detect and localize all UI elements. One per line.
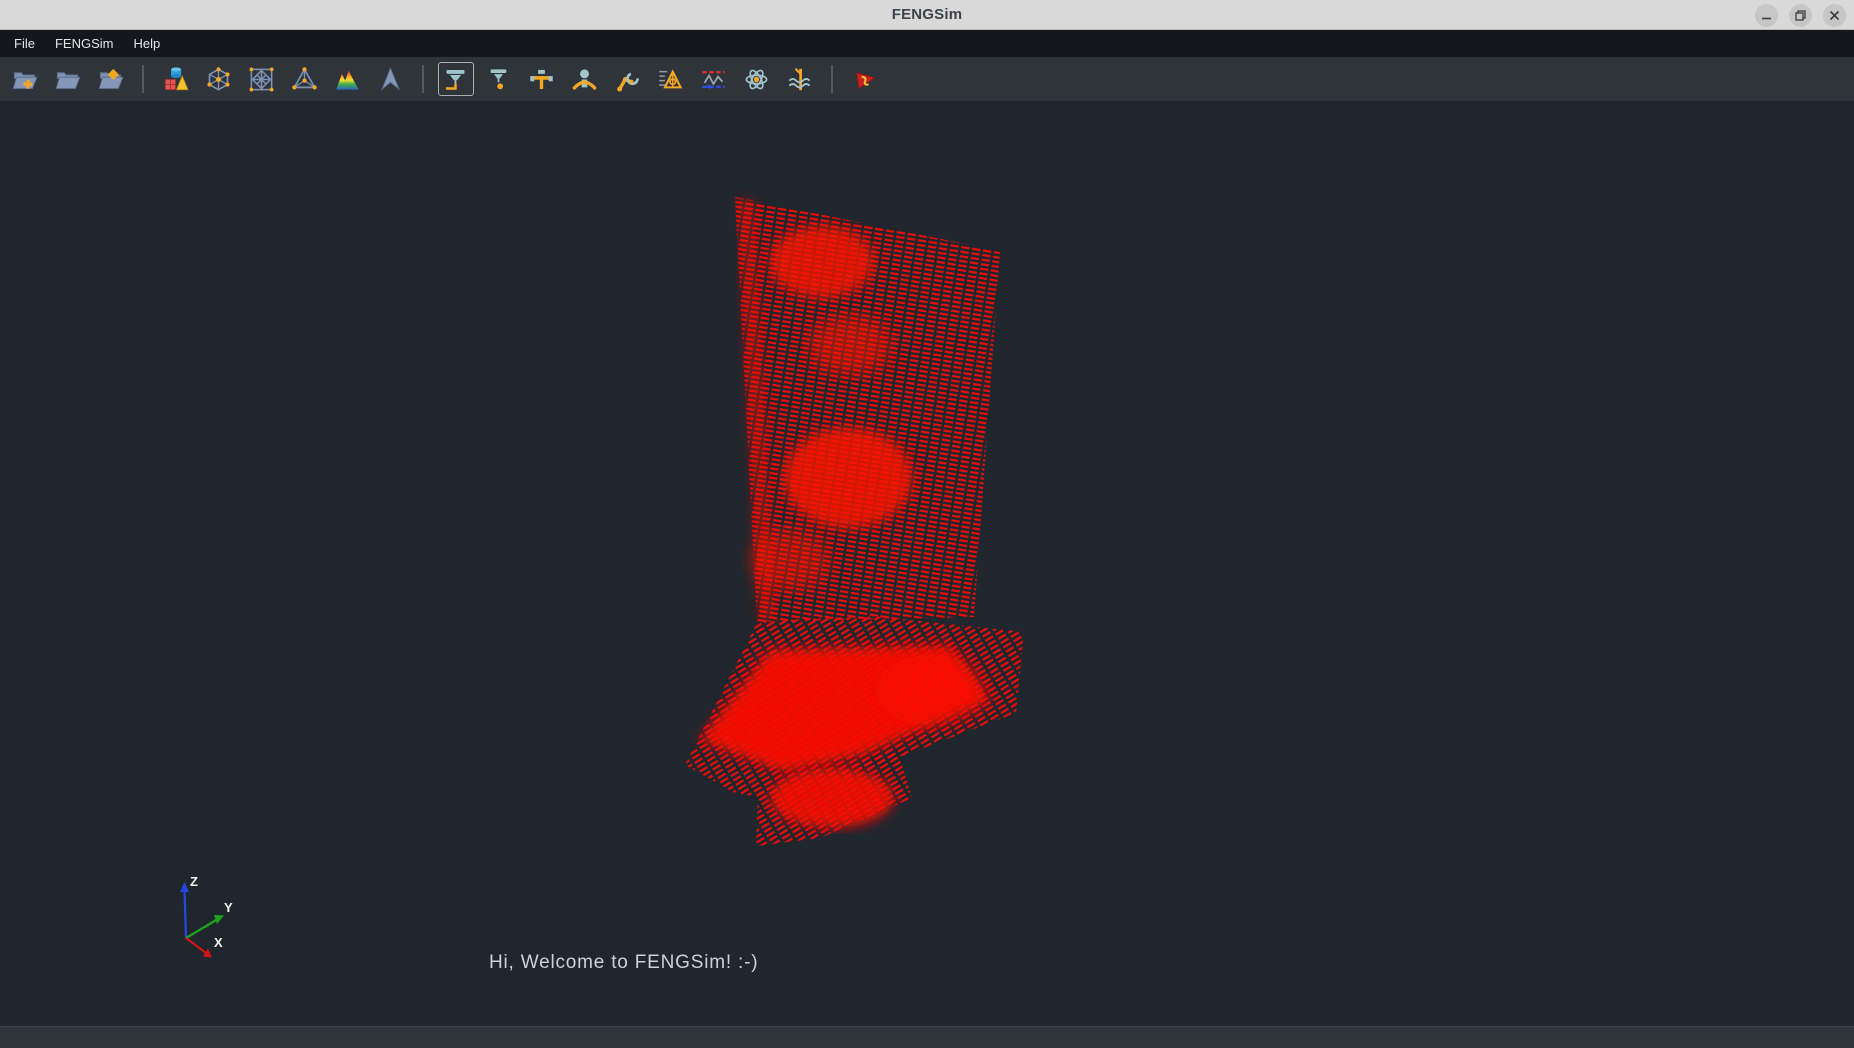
milling-button[interactable] [524, 62, 560, 96]
folder-new-button[interactable] [7, 62, 43, 96]
close-icon [1828, 9, 1841, 22]
alert-flag-icon [851, 66, 878, 93]
title-bar: FENGSim [0, 0, 1854, 30]
folder-import-icon [97, 66, 124, 93]
window-title: FENGSim [892, 6, 963, 23]
additive-printer-alt-button[interactable] [481, 62, 517, 96]
folder-new-icon [11, 66, 38, 93]
z-axis-arrow [180, 882, 189, 892]
additive-printer-button[interactable] [438, 62, 474, 96]
additive-printer-alt-icon [485, 66, 512, 93]
platform-section [685, 616, 1024, 846]
mesh-grid-button[interactable] [244, 62, 280, 96]
physics-atom-button[interactable] [739, 62, 775, 96]
geometry-button[interactable] [158, 62, 194, 96]
measure-probe-icon [657, 66, 684, 93]
measure-probe-button[interactable] [653, 62, 689, 96]
y-axis-label: Y [224, 900, 233, 915]
folder-open-button[interactable] [50, 62, 86, 96]
geometry-primitives-icon [162, 66, 189, 93]
x-axis-label: X [214, 935, 223, 950]
minimize-icon [1760, 9, 1773, 22]
operator-button[interactable] [567, 62, 603, 96]
menu-fengsim[interactable]: FENGSim [45, 30, 124, 57]
menu-file[interactable]: File [4, 30, 45, 57]
viewport-3d[interactable]: Z Y X Hi, Welcome to FENGSim! :-) [0, 101, 1854, 1026]
z-axis-label: Z [190, 874, 198, 889]
maximize-icon [1794, 9, 1807, 22]
status-bar [0, 1026, 1854, 1048]
welding-icon [786, 66, 813, 93]
additive-printer-icon [442, 66, 469, 93]
turbine-blade-render: Z Y X [0, 101, 1854, 1026]
pick-arrow-button[interactable] [373, 62, 409, 96]
tetrahedron-mesh-icon [291, 66, 318, 93]
welding-button[interactable] [782, 62, 818, 96]
menu-bar: File FENGSim Help [0, 30, 1854, 57]
robot-arm-button[interactable] [610, 62, 646, 96]
operator-icon [571, 66, 598, 93]
folder-open-icon [54, 66, 81, 93]
alert-flag-button[interactable] [847, 62, 883, 96]
signal-curves-button[interactable] [696, 62, 732, 96]
blade-section [735, 197, 1000, 622]
window-controls [1755, 0, 1846, 30]
close-button[interactable] [1823, 4, 1846, 27]
milling-tool-icon [528, 66, 555, 93]
mesh-nodes-button[interactable] [201, 62, 237, 96]
menu-help[interactable]: Help [123, 30, 170, 57]
surface-plot-button[interactable] [330, 62, 366, 96]
physics-atom-icon [743, 66, 770, 93]
signal-curves-icon [700, 66, 727, 93]
toolbar-separator [422, 65, 424, 93]
robot-arm-icon [614, 66, 641, 93]
y-axis-arrow [214, 915, 224, 924]
toolbar-separator [142, 65, 144, 93]
surface-plot-icon [334, 66, 361, 93]
maximize-button[interactable] [1789, 4, 1812, 27]
toolbar [0, 57, 1854, 101]
minimize-button[interactable] [1755, 4, 1778, 27]
axis-triad: Z Y X [180, 874, 233, 958]
mesh-grid-icon [248, 66, 275, 93]
mesh-nodes-icon [205, 66, 232, 93]
toolbar-separator [831, 65, 833, 93]
pick-arrow-icon [377, 66, 404, 93]
folder-import-button[interactable] [93, 62, 129, 96]
welcome-message: Hi, Welcome to FENGSim! :-) [489, 952, 758, 974]
tetrahedron-button[interactable] [287, 62, 323, 96]
